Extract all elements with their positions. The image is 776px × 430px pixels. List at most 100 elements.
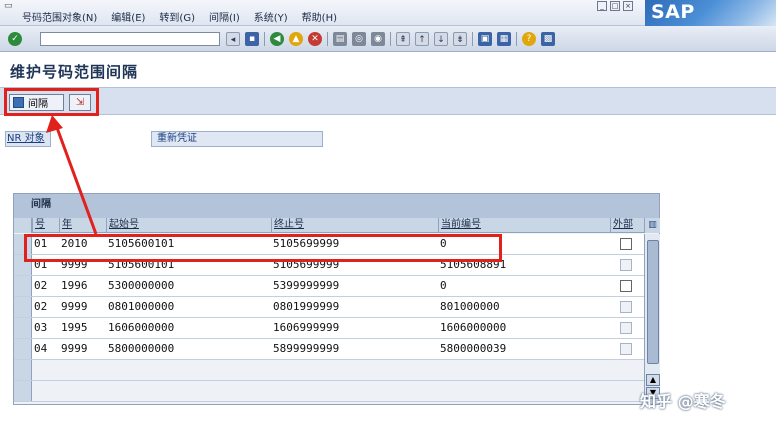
- row-selector[interactable]: [14, 276, 32, 296]
- watermark: 知乎 @寒冬: [640, 392, 726, 411]
- menu-items: 号码范围对象(N) 编辑(E) 转到(G) 间隔(I) 系统(Y) 帮助(H): [22, 9, 337, 24]
- table-row[interactable]: 04 9999 5800000000 5899999999 5800000039: [14, 339, 659, 360]
- external-checkbox: [620, 259, 632, 271]
- minimize-icon[interactable]: _: [597, 1, 607, 11]
- table-row[interactable]: 02 9999 0801000000 0801999999 801000000: [14, 297, 659, 318]
- menu-edit[interactable]: 编辑(E): [111, 9, 145, 24]
- external-checkbox[interactable]: [620, 238, 632, 250]
- toolbar-icons: ◂ ▪ ◀ ▲ ✕ ▤ ◎ ◉ ⇞ ↑ ↓ ⇟ ▣ ▦ ? ▩: [226, 32, 555, 46]
- cell-from: 5300000000: [108, 279, 175, 292]
- row-selector[interactable]: [14, 360, 32, 380]
- cancel-icon[interactable]: ✕: [308, 32, 322, 46]
- sap-logo: SAP: [645, 0, 776, 26]
- annotation-box-first-row: [24, 234, 502, 262]
- application-toolbar: 间隔 ⇲: [0, 87, 776, 115]
- cell-year: 1995: [61, 321, 88, 334]
- row-selector[interactable]: [14, 297, 32, 317]
- table-header: 号 年 起始号 终止号 当前编号 外部: [14, 218, 659, 233]
- annotation-box-interval-button: [4, 88, 99, 116]
- cell-to: 1606999999: [273, 321, 340, 334]
- next-page-icon[interactable]: ↓: [434, 32, 448, 46]
- close-icon[interactable]: ×: [623, 1, 633, 11]
- cell-no: 04: [34, 342, 48, 355]
- cell-current: 1606000000: [440, 321, 507, 334]
- external-checkbox: [620, 343, 632, 355]
- scroll-up-icon[interactable]: ▲: [646, 374, 660, 386]
- intervals-table: 间隔 号 年 起始号 终止号 当前编号 外部 ▥ 01 2010 5105600…: [13, 193, 660, 405]
- cell-from: 0801000000: [108, 300, 175, 313]
- title-area: 维护号码范围间隔: [0, 52, 776, 86]
- cell-current: 801000000: [440, 300, 500, 313]
- menu-system[interactable]: 系统(Y): [254, 9, 288, 24]
- exit-icon[interactable]: ▲: [289, 32, 303, 46]
- find-icon[interactable]: ◎: [352, 32, 366, 46]
- toolbar-separator: [472, 32, 473, 46]
- sap-logo-text: SAP: [651, 1, 695, 23]
- last-page-icon[interactable]: ⇟: [453, 32, 467, 46]
- find-next-icon[interactable]: ◉: [371, 32, 385, 46]
- new-session-icon[interactable]: ▣: [478, 32, 492, 46]
- back-icon[interactable]: ◀: [270, 32, 284, 46]
- column-header-external[interactable]: 外部: [610, 218, 644, 233]
- page-title: 维护号码范围间隔: [10, 63, 139, 81]
- table-title: 间隔: [14, 194, 659, 218]
- column-config-icon[interactable]: ▥: [644, 218, 660, 233]
- cell-no: 02: [34, 300, 48, 313]
- table-row[interactable]: 03 1995 1606000000 1606999999 1606000000: [14, 318, 659, 339]
- cell-from: 5800000000: [108, 342, 175, 355]
- row-selector[interactable]: [14, 381, 32, 401]
- maximize-icon[interactable]: □: [610, 1, 620, 11]
- ok-icon[interactable]: ✓: [8, 32, 22, 46]
- cell-to: 5899999999: [273, 342, 340, 355]
- column-header-no[interactable]: 号: [32, 218, 59, 233]
- nr-object-label[interactable]: NR 对象: [5, 131, 51, 147]
- external-checkbox[interactable]: [620, 280, 632, 292]
- cell-current: 5800000039: [440, 342, 507, 355]
- menu-interval[interactable]: 间隔(I): [209, 9, 240, 24]
- help-icon[interactable]: ?: [522, 32, 536, 46]
- document-icon: ▭: [4, 1, 13, 11]
- toolbar-separator: [327, 32, 328, 46]
- row-selector[interactable]: [14, 318, 32, 338]
- standard-toolbar: ✓ ◂ ▪ ◀ ▲ ✕ ▤ ◎ ◉ ⇞ ↑ ↓ ⇟ ▣ ▦ ? ▩: [0, 26, 776, 52]
- column-header-year[interactable]: 年: [59, 218, 106, 233]
- column-header-from[interactable]: 起始号: [106, 218, 271, 233]
- cell-year: 9999: [61, 300, 88, 313]
- shortcut-icon[interactable]: ▦: [497, 32, 511, 46]
- toolbar-separator: [390, 32, 391, 46]
- select-all-column[interactable]: [14, 218, 32, 233]
- print-icon[interactable]: ▤: [333, 32, 347, 46]
- table-row-empty[interactable]: [14, 360, 659, 381]
- menu-goto[interactable]: 转到(G): [159, 9, 195, 24]
- layout-icon[interactable]: ▩: [541, 32, 555, 46]
- external-checkbox: [620, 322, 632, 334]
- cell-to: 0801999999: [273, 300, 340, 313]
- external-checkbox: [620, 301, 632, 313]
- vertical-scrollbar[interactable]: ▲ ▼: [644, 234, 660, 402]
- table-row[interactable]: 02 1996 5300000000 5399999999 0: [14, 276, 659, 297]
- toolbar-separator: [516, 32, 517, 46]
- column-header-current[interactable]: 当前编号: [438, 218, 610, 233]
- first-page-icon[interactable]: ⇞: [396, 32, 410, 46]
- cell-to: 5399999999: [273, 279, 340, 292]
- cell-no: 03: [34, 321, 48, 334]
- column-header-to[interactable]: 终止号: [271, 218, 438, 233]
- save-icon[interactable]: ▪: [245, 32, 259, 46]
- cell-current: 0: [440, 279, 447, 292]
- table-row-empty[interactable]: [14, 381, 659, 402]
- toolbar-separator: [264, 32, 265, 46]
- prev-page-icon[interactable]: ↑: [415, 32, 429, 46]
- history-icon[interactable]: ◂: [226, 32, 240, 46]
- menu-bar: ▭ 号码范围对象(N) 编辑(E) 转到(G) 间隔(I) 系统(Y) 帮助(H…: [0, 0, 776, 26]
- cell-year: 9999: [61, 342, 88, 355]
- menu-help[interactable]: 帮助(H): [302, 9, 337, 24]
- window-controls: _ □ ×: [597, 1, 633, 11]
- command-field[interactable]: [40, 32, 220, 46]
- nr-object-value: 重新凭证: [151, 131, 323, 147]
- menu-nr-object[interactable]: 号码范围对象(N): [22, 9, 97, 24]
- cell-from: 1606000000: [108, 321, 175, 334]
- cell-no: 02: [34, 279, 48, 292]
- cell-year: 1996: [61, 279, 88, 292]
- scroll-thumb[interactable]: [647, 240, 659, 364]
- row-selector[interactable]: [14, 339, 32, 359]
